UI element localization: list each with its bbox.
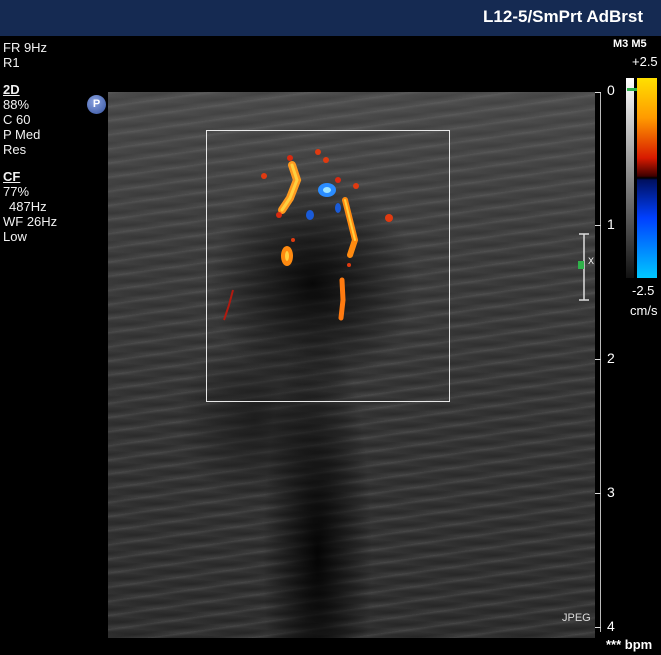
depth-label-2: 2 (607, 350, 615, 366)
depth-tick (595, 92, 601, 93)
focus-label: X (588, 256, 594, 266)
depth-tick (595, 627, 601, 628)
colorbar-unit: cm/s (630, 303, 658, 318)
depth-tick (595, 493, 601, 494)
doppler-flow-overlay (223, 149, 393, 321)
depth-label-3: 3 (607, 484, 615, 500)
image-format-label: JPEG (562, 612, 591, 624)
depth-label-0: 0 (607, 82, 615, 98)
colorbar-min: -2.5 (632, 283, 655, 298)
depth-scale-line (600, 92, 601, 632)
velocity-color-map (637, 78, 657, 278)
colorbar-max: +2.5 (632, 54, 658, 69)
depth-tick (595, 359, 601, 360)
colorbar-header: M3 M5 (613, 38, 647, 50)
focus-marker-icon[interactable]: X (576, 232, 596, 302)
grayscale-map (626, 78, 634, 278)
baseline-marker (627, 88, 637, 91)
heart-rate-readout: *** bpm (606, 637, 653, 652)
depth-label-1: 1 (607, 216, 615, 232)
flow-signals (223, 149, 393, 321)
depth-label-4: 4 (607, 618, 615, 634)
depth-tick (595, 225, 601, 226)
